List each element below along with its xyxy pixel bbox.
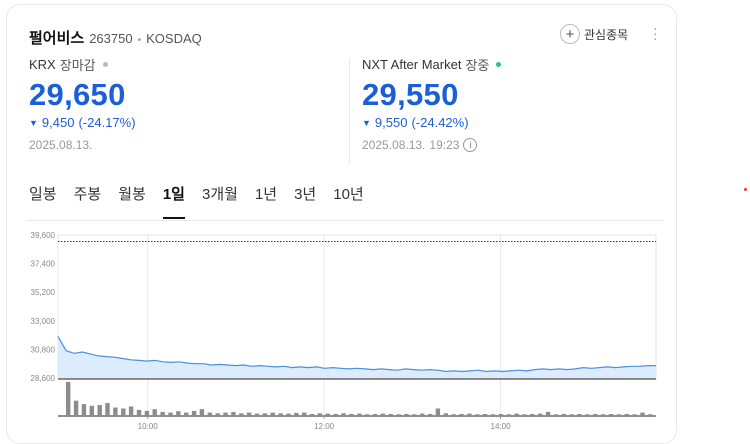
volume-bar (325, 413, 330, 416)
volume-bar (309, 414, 315, 416)
volume-bar (396, 414, 401, 416)
volume-bar (530, 414, 535, 416)
volume-bar (451, 414, 456, 416)
volume-bar (420, 413, 425, 416)
volume-bar (152, 409, 157, 416)
volume-bar (632, 414, 637, 416)
volume-bar (648, 414, 653, 416)
volume-bar (569, 414, 574, 416)
volume-bar (561, 414, 566, 416)
x-tick-label: 10:00 (138, 422, 159, 431)
volume-bar (538, 413, 543, 416)
volume-bar (467, 413, 472, 416)
volume-bar (522, 414, 527, 416)
volume-bar (506, 414, 511, 416)
volume-bar (372, 414, 378, 416)
volume-bar (73, 400, 79, 416)
volume-bar (616, 414, 622, 416)
volume-bar (412, 414, 417, 416)
volume-bar (459, 414, 464, 416)
intraday-chart[interactable]: 39,600 37,400 35,200 33,000 30,800 28,600 10:0… (0, 0, 750, 435)
volume-bar (136, 409, 142, 416)
volume-bar (294, 412, 299, 416)
volume-bar (89, 405, 94, 416)
volume-bar (545, 411, 551, 416)
volume-bar (475, 414, 480, 416)
red-marker-dot (744, 188, 747, 191)
volume-bar (168, 412, 173, 416)
volume-bar (380, 413, 386, 416)
volume-bar (593, 414, 598, 416)
volume-bar (585, 414, 590, 416)
volume-bar (435, 408, 441, 416)
volume-bar (128, 406, 134, 416)
volume-bar (341, 413, 346, 416)
volume-bar (490, 414, 496, 416)
x-tick-label: 14:00 (491, 422, 512, 431)
volume-bar (254, 413, 260, 416)
volume-bar (176, 411, 181, 416)
y-tick-label: 33,000 (31, 317, 56, 326)
volume-bar (349, 414, 354, 416)
volume-bar (364, 414, 370, 416)
volume-bar (333, 414, 338, 416)
volume-bar (144, 410, 150, 416)
volume-bar (121, 408, 126, 416)
volume-bar (246, 412, 252, 416)
volume-bar (81, 404, 87, 416)
volume-bar (207, 412, 212, 416)
volume-bar (608, 414, 614, 416)
volume-bar (278, 413, 283, 416)
volume-bar (160, 411, 165, 416)
volume-bar (514, 413, 519, 416)
volume-bar (498, 414, 504, 416)
volume-bar (302, 412, 307, 416)
y-tick-label: 28,600 (31, 374, 56, 383)
volume-bar (286, 413, 291, 416)
volume-bar (482, 414, 488, 416)
volume-bar (66, 382, 71, 416)
volume-bar (97, 405, 102, 416)
volume-bar (624, 414, 629, 416)
volume-bar (199, 409, 205, 416)
volume-bar (427, 414, 433, 416)
volume-bar (317, 413, 323, 416)
volume-bar (357, 413, 362, 416)
volume-bar (600, 414, 606, 416)
volume-bar (231, 411, 236, 416)
y-tick-label: 35,200 (31, 288, 56, 297)
volume-bar (191, 410, 197, 416)
volume-bar (404, 414, 409, 416)
volume-bar (105, 403, 110, 416)
y-tick-label: 39,600 (31, 231, 56, 240)
volume-bar (215, 413, 220, 416)
volume-bar (239, 413, 244, 416)
volume-bar (223, 412, 228, 416)
volume-bar (553, 414, 559, 416)
volume-bar (577, 414, 582, 416)
volume-bar (388, 414, 393, 416)
volume-bar (443, 413, 448, 416)
volume-bar (262, 413, 268, 416)
volume-bar (270, 412, 275, 416)
y-tick-label: 37,400 (31, 260, 56, 269)
y-tick-label: 30,800 (31, 345, 56, 354)
volume-bar (640, 412, 645, 416)
x-tick-label: 12:00 (314, 422, 335, 431)
volume-bar (184, 412, 189, 416)
volume-bar (113, 407, 118, 416)
